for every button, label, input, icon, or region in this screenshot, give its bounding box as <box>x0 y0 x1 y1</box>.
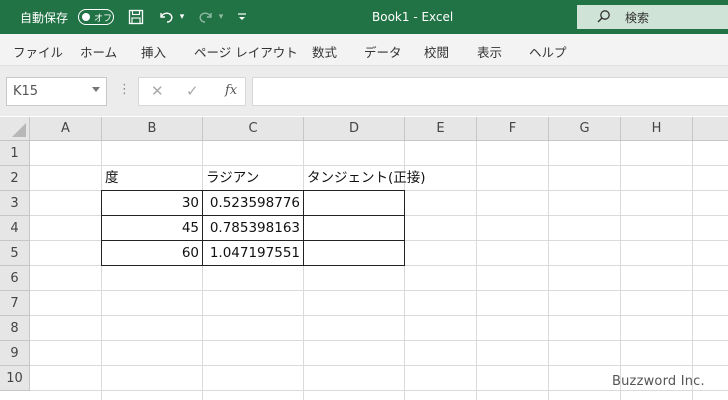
save-icon[interactable] <box>127 8 145 26</box>
search-box[interactable]: 検索 <box>577 5 728 29</box>
gridline <box>30 390 728 391</box>
autosave-state: オフ <box>94 14 113 24</box>
cancel-icon[interactable]: ✕ <box>151 82 164 100</box>
watermark: Buzzword Inc. <box>612 374 705 389</box>
title-bar: 自動保存 オフ ▾ ▾ Book1 - Excel 検索 <box>0 0 728 34</box>
cell-c3[interactable]: 0.523598776 <box>203 191 303 216</box>
cell-c4[interactable]: 0.785398163 <box>203 216 303 241</box>
row-header-7[interactable]: 7 <box>0 291 30 316</box>
cell-c5[interactable]: 1.047197551 <box>203 241 303 266</box>
gridline <box>30 365 728 366</box>
toggle-knob <box>82 13 90 21</box>
gridline <box>30 290 728 291</box>
column-header-g[interactable]: G <box>549 117 621 141</box>
undo-icon[interactable] <box>155 8 177 26</box>
gridline <box>476 141 477 400</box>
enter-icon[interactable]: ✓ <box>186 82 199 100</box>
ribbon-tabs: ファイル ホーム 挿入 ページ レイアウト 数式 データ 校閲 表示 ヘルプ <box>0 34 728 66</box>
name-box-value: K15 <box>13 84 39 99</box>
column-header-h[interactable]: H <box>621 117 693 141</box>
row-header-5[interactable]: 5 <box>0 241 30 266</box>
cell-d2[interactable]: タンジェント(正接) <box>304 166 464 191</box>
cell-b3[interactable]: 30 <box>102 191 202 216</box>
autosave-label: 自動保存 <box>20 11 69 25</box>
row-header-4[interactable]: 4 <box>0 216 30 241</box>
cell-b2[interactable]: 度 <box>102 166 203 191</box>
insert-function-icon[interactable]: fx <box>225 83 237 98</box>
column-header-i[interactable] <box>693 117 728 141</box>
column-header-b[interactable]: B <box>102 117 203 141</box>
row-header-6[interactable]: 6 <box>0 266 30 291</box>
cell-b4[interactable]: 45 <box>102 216 202 241</box>
row-header-10[interactable]: 10 <box>0 366 30 391</box>
gridline <box>548 141 549 400</box>
tab-page-layout[interactable]: ページ レイアウト <box>194 42 298 61</box>
row-header-2[interactable]: 2 <box>0 166 30 191</box>
select-all-icon <box>12 123 26 137</box>
chevron-down-icon[interactable] <box>92 87 100 92</box>
row-header-8[interactable]: 8 <box>0 316 30 341</box>
row-header-3[interactable]: 3 <box>0 191 30 216</box>
column-header-a[interactable]: A <box>30 117 102 141</box>
gridline <box>620 141 621 400</box>
select-all-button[interactable] <box>0 117 30 141</box>
more-options-icon[interactable]: ⋮ <box>118 82 131 97</box>
tab-formulas[interactable]: 数式 <box>312 42 337 61</box>
cell-b5[interactable]: 60 <box>102 241 202 266</box>
autosave-toggle[interactable]: オフ <box>78 9 114 25</box>
tab-help[interactable]: ヘルプ <box>529 42 567 61</box>
tab-file[interactable]: ファイル <box>13 42 63 61</box>
tab-home[interactable]: ホーム <box>80 42 117 61</box>
row-header-1[interactable]: 1 <box>0 141 30 166</box>
redo-icon[interactable] <box>195 8 217 26</box>
column-header-f[interactable]: F <box>477 117 549 141</box>
formula-bar: K15 ⋮ ✕ ✓ fx <box>0 66 728 116</box>
tab-insert[interactable]: 挿入 <box>141 42 166 61</box>
formula-buttons: ✕ ✓ fx <box>138 77 246 106</box>
undo-dropdown-icon[interactable]: ▾ <box>177 8 187 26</box>
search-label: 検索 <box>625 11 650 25</box>
cell-d5[interactable] <box>304 241 404 266</box>
name-box[interactable]: K15 <box>6 77 107 106</box>
cell-d4[interactable] <box>304 216 404 241</box>
gridline <box>30 315 728 316</box>
formula-input[interactable] <box>252 77 728 106</box>
column-header-e[interactable]: E <box>405 117 477 141</box>
column-header-c[interactable]: C <box>203 117 304 141</box>
cell-c2[interactable]: ラジアン <box>203 166 304 191</box>
gridline <box>692 141 693 400</box>
redo-dropdown-icon[interactable]: ▾ <box>216 8 226 26</box>
tab-data[interactable]: データ <box>364 42 402 61</box>
worksheet-grid[interactable]: A B C D E F G H 1 2 3 4 5 6 7 8 9 10 度 ラ… <box>0 117 728 400</box>
document-title: Book1 - Excel <box>372 10 454 24</box>
row-header-9[interactable]: 9 <box>0 341 30 366</box>
gridline <box>30 340 728 341</box>
column-header-d[interactable]: D <box>304 117 405 141</box>
search-icon <box>597 9 611 27</box>
tab-review[interactable]: 校閲 <box>424 42 449 61</box>
tab-view[interactable]: 表示 <box>477 42 502 61</box>
cell-d3[interactable] <box>304 191 404 216</box>
customize-qat-icon[interactable] <box>236 8 248 26</box>
